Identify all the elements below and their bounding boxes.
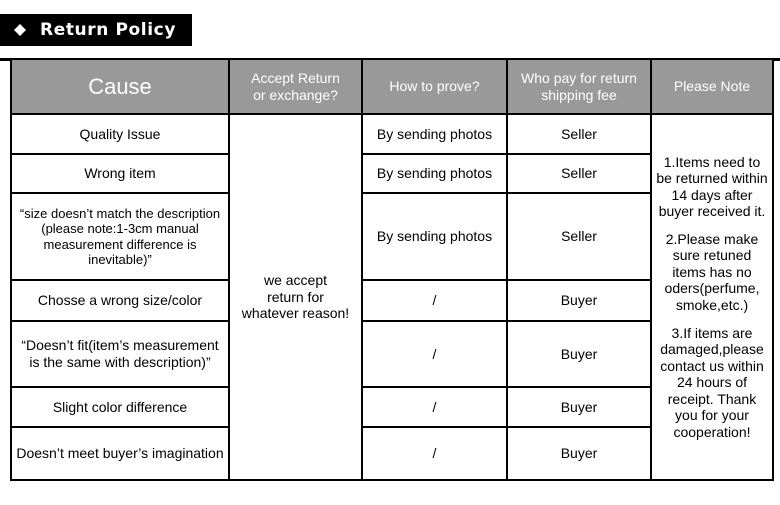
cell-pay-6: Buyer: [506, 386, 652, 428]
cell-prove-6: /: [361, 386, 508, 428]
note-paragraph-2: 2.Please make sure retuned items has no …: [664, 230, 760, 313]
column-header-pay-line1: Who pay for return: [521, 69, 637, 86]
cell-prove-3: By sending photos: [361, 192, 508, 281]
cell-cause-5: “Doesn’t fit(item’s measurement is the s…: [10, 320, 230, 388]
return-policy-table-wrapper: Cause Accept Return or exchange? How to …: [10, 58, 774, 481]
cell-prove-5: /: [361, 320, 508, 388]
return-policy-table: Cause Accept Return or exchange? How to …: [10, 58, 774, 481]
column-header-pay-line2: shipping fee: [541, 86, 617, 103]
column-header-who-pays: Who pay for return shipping fee: [506, 58, 652, 115]
page-title: Return Policy: [40, 20, 177, 40]
cell-pay-2: Seller: [506, 153, 652, 194]
note-paragraph-1: 1.Items need to be returned within 14 da…: [656, 153, 768, 220]
cell-prove-7: /: [361, 426, 508, 481]
cell-cause-3: “size doesn’t match the description (ple…: [10, 192, 230, 281]
cell-pay-4: Buyer: [506, 279, 652, 322]
cell-cause-4: Chosse a wrong size/color: [10, 279, 230, 322]
column-header-cause: Cause: [10, 58, 230, 115]
cell-pay-7: Buyer: [506, 426, 652, 481]
page-header: Return Policy: [0, 14, 780, 61]
cell-accept-return-merged: we accept return for whatever reason!: [228, 113, 363, 481]
cell-cause-1: Quality Issue: [10, 113, 230, 155]
cell-cause-7: Doesn’t meet buyer’s imagination: [10, 426, 230, 481]
note-paragraph-3: 3.If items are damaged,please contact us…: [660, 324, 764, 440]
column-header-accept-line2: or exchange?: [253, 86, 338, 103]
cell-prove-2: By sending photos: [361, 153, 508, 194]
accept-line2: return for: [267, 288, 324, 305]
cell-prove-1: By sending photos: [361, 113, 508, 155]
column-header-please-note: Please Note: [650, 58, 774, 115]
cell-prove-4: /: [361, 279, 508, 322]
cell-pay-1: Seller: [506, 113, 652, 155]
table-row: Quality Issue we accept return for whate…: [10, 113, 774, 481]
cell-please-note-merged: 1.Items need to be returned within 14 da…: [650, 113, 774, 481]
accept-line1: we accept: [263, 272, 328, 289]
column-header-how-to-prove: How to prove?: [361, 58, 508, 115]
cell-pay-3: Seller: [506, 192, 652, 281]
table-header-row: Cause Accept Return or exchange? How to …: [10, 58, 774, 115]
column-header-accept-line1: Accept Return: [251, 69, 340, 86]
cell-cause-6: Slight color difference: [10, 386, 230, 428]
column-header-accept-return: Accept Return or exchange?: [228, 58, 363, 115]
cell-pay-5: Buyer: [506, 320, 652, 388]
diamond-icon: [14, 18, 26, 36]
accept-line3: whatever reason!: [241, 305, 350, 322]
return-policy-banner: Return Policy: [0, 14, 192, 46]
cell-cause-2: Wrong item: [10, 153, 230, 194]
